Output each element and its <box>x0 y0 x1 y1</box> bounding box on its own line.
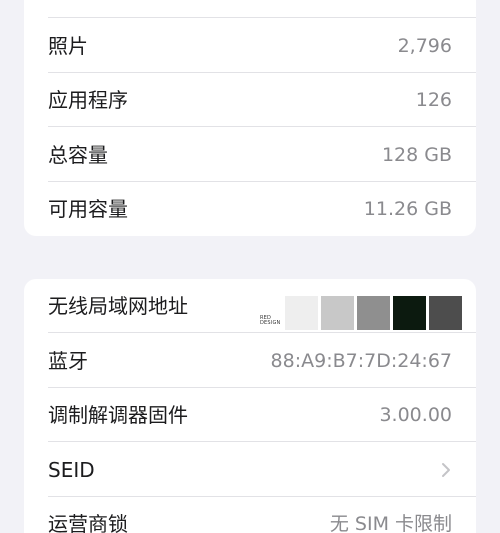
watermark-line-2: DESIGN <box>260 320 281 326</box>
bluetooth-value: 88:A9:B7:7D:24:67 <box>270 350 452 372</box>
carrier-lock-label: 运营商锁 <box>48 512 128 533</box>
row-divider <box>48 17 476 18</box>
row-divider <box>48 441 476 442</box>
photos-value: 2,796 <box>397 35 452 57</box>
available-capacity-label: 可用容量 <box>48 197 128 221</box>
total-capacity-value: 128 GB <box>381 144 452 166</box>
applications-row: 应用程序 126 <box>24 73 476 127</box>
row-divider <box>48 126 476 127</box>
photos-row: 照片 2,796 <box>24 19 476 73</box>
applications-value: 126 <box>415 89 452 111</box>
redaction-swatch <box>285 296 318 330</box>
modem-firmware-value: 3.00.00 <box>379 404 452 426</box>
carrier-lock-row: 运营商锁 无 SIM 卡限制 <box>24 497 476 533</box>
chevron-right-icon <box>442 463 450 477</box>
redaction-swatch <box>357 296 390 330</box>
redaction-swatch <box>429 296 462 330</box>
redaction-swatch <box>393 296 426 330</box>
seid-label: SEID <box>48 458 95 482</box>
photos-label: 照片 <box>48 34 88 58</box>
wifi-address-row: 无线局域网地址 RED DESIGN <box>24 279 476 333</box>
available-capacity-row: 可用容量 11.26 GB <box>24 182 476 236</box>
redaction-swatch <box>321 296 354 330</box>
applications-label: 应用程序 <box>48 88 128 112</box>
modem-firmware-row: 调制解调器固件 3.00.00 <box>24 388 476 442</box>
videos-row: 视频 <box>24 0 476 18</box>
bluetooth-row: 蓝牙 88:A9:B7:7D:24:67 <box>24 334 476 388</box>
available-capacity-value: 11.26 GB <box>363 198 452 220</box>
about-screen: 视频 照片 2,796 应用程序 126 总容量 128 GB 可用容量 11.… <box>0 0 500 533</box>
wifi-address-label: 无线局域网地址 <box>48 294 188 318</box>
bluetooth-label: 蓝牙 <box>48 349 88 373</box>
seid-row[interactable]: SEID <box>24 443 476 497</box>
total-capacity-label: 总容量 <box>48 143 108 167</box>
watermark: RED DESIGN <box>260 316 280 326</box>
row-divider <box>48 332 476 333</box>
carrier-lock-value: 无 SIM 卡限制 <box>329 513 452 533</box>
total-capacity-row: 总容量 128 GB <box>24 128 476 182</box>
videos-label: 视频 <box>48 0 88 18</box>
storage-info-group: 视频 照片 2,796 应用程序 126 总容量 128 GB 可用容量 11.… <box>24 0 476 236</box>
wifi-address-redaction <box>285 296 462 330</box>
modem-firmware-label: 调制解调器固件 <box>48 403 188 427</box>
network-info-group: 无线局域网地址 RED DESIGN 蓝牙 88:A9:B7:7D:24:67 … <box>24 279 476 533</box>
